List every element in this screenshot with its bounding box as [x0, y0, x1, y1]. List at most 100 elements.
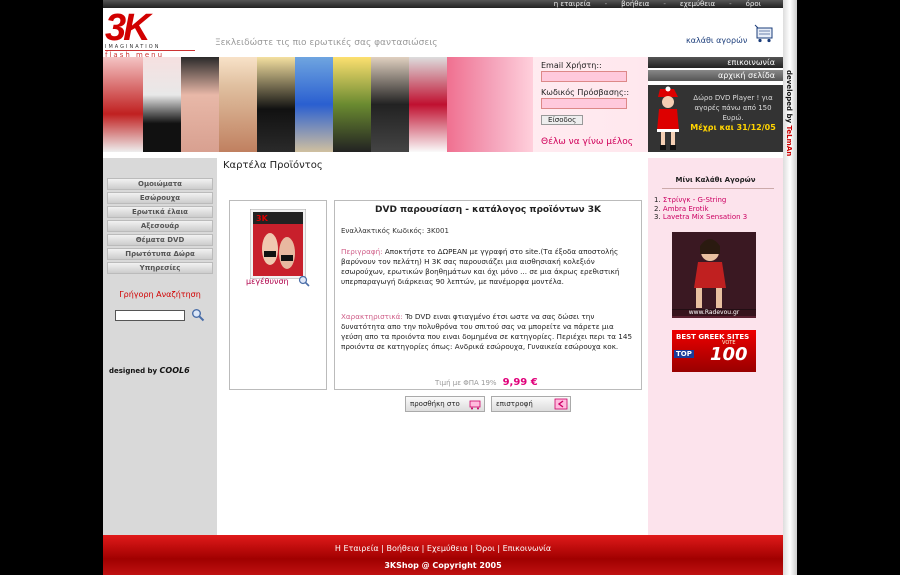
become-member-link[interactable]: Θέλω να γίνω μέλος: [541, 137, 633, 147]
santa-girl-image: [657, 86, 679, 150]
product-code-value: 3K001: [426, 227, 449, 235]
quick-search-label: Γρήγορη Αναζήτηση: [119, 290, 201, 299]
menu-item-accessories[interactable]: Αξεσουάρ: [107, 220, 213, 232]
topnav-terms-link[interactable]: όροι: [732, 0, 775, 8]
product-price: Τιμή με ΦΠΑ 19% 9,99 €: [435, 377, 538, 388]
footer: Η Εταιρεία | Βοήθεια | Εχεμύθεια | Όροι …: [103, 535, 783, 575]
password-field[interactable]: [541, 98, 627, 109]
banner-photo: [143, 57, 181, 152]
left-sidebar: Ομοιώματα Εσώρουχα Ερωτικά έλαια Αξεσουά…: [103, 158, 217, 535]
banner-photo: [257, 57, 295, 152]
banner-photo: [447, 57, 533, 152]
page-title: Καρτέλα Προϊόντος: [223, 160, 323, 171]
mini-cart-list: 1. Στρίνγκ - G-String 2. Ambra Erotik 3.…: [654, 196, 747, 222]
ad-heading: BEST GREEK SITES: [676, 333, 750, 341]
login-button[interactable]: Είσοδος: [541, 115, 584, 125]
topnav-privacy-link[interactable]: εχεμύθεια: [666, 0, 729, 8]
developer-bar: developed by TeLmAn: [783, 0, 797, 575]
menu-item-dolls[interactable]: Ομοιώματα: [107, 178, 213, 190]
footer-help-link[interactable]: Βοήθεια: [386, 544, 419, 553]
back-arrow-icon: [554, 398, 568, 410]
mini-cart-item[interactable]: 1. Στρίνγκ - G-String: [654, 196, 747, 205]
back-button[interactable]: επιστροφή: [491, 396, 571, 412]
logo-mark: 3K: [105, 7, 151, 49]
contact-tab[interactable]: επικοινωνία: [648, 57, 783, 68]
description-label: Περιγραφή:: [341, 247, 383, 256]
search-icon[interactable]: [191, 308, 205, 322]
top-nav: η εταιρεία - βοήθεια - εχεμύθεια - όροι: [103, 0, 783, 8]
shopping-cart-icon[interactable]: [754, 22, 776, 44]
promo-text: Δώρο DVD Player ! για αγορές πάνω από 15…: [688, 93, 778, 133]
copyright: 3KShop @ Copyright 2005: [384, 561, 502, 570]
product-image-box: 3K μεγέθυνση: [229, 200, 327, 390]
magnifier-icon[interactable]: [298, 275, 310, 287]
menu-item-services[interactable]: Υπηρεσίες: [107, 262, 213, 274]
item-number: 1.: [654, 196, 661, 204]
item-name: Lavetra Mix Sensation 3: [662, 213, 748, 221]
quick-search-input[interactable]: [115, 310, 185, 321]
radevou-ad-banner[interactable]: www.Radevou.gr: [672, 232, 756, 318]
menu-item-oils[interactable]: Ερωτικά έλαια: [107, 206, 213, 218]
email-label: Email Χρήστη::: [541, 61, 602, 70]
topnav-help-link[interactable]: βοήθεια: [607, 0, 663, 8]
banner-photo: [333, 57, 371, 152]
footer-terms-link[interactable]: Όροι: [476, 544, 495, 553]
developer-prefix: developed by: [785, 70, 793, 124]
designed-by-label: designed by: [109, 367, 158, 375]
enlarge-link[interactable]: μεγέθυνση: [246, 277, 289, 286]
email-field[interactable]: [541, 71, 627, 82]
menu-item-dvd[interactable]: Θέματα DVD: [107, 234, 213, 246]
promo-date: Μέχρι και 31/12/05: [690, 123, 776, 132]
item-name: Στρίνγκ - G-String: [662, 196, 727, 204]
add-to-cart-button[interactable]: προσθήκη στο: [405, 396, 485, 412]
product-code-label: Εναλλακτικός Κωδικός:: [341, 227, 425, 235]
dvd-cover-image[interactable]: 3K: [250, 209, 306, 279]
product-code: Εναλλακτικός Κωδικός: 3K001: [341, 227, 449, 235]
product-title: DVD παρουσίαση - κατάλογος προϊόντων 3K: [375, 205, 601, 215]
item-number: 3.: [654, 213, 661, 221]
banner-photo: [371, 57, 409, 152]
mini-cart-item[interactable]: 2. Ambra Erotik: [654, 205, 747, 214]
ad-url: www.Radevou.gr: [672, 309, 756, 316]
promo-offer-text: Δώρο DVD Player ! για αγορές πάνω από 15…: [693, 94, 773, 122]
banner-photo: [219, 57, 257, 152]
home-tab[interactable]: αρχική σελίδα: [648, 70, 783, 81]
ad-number: 100: [710, 344, 748, 365]
banner-photo: [409, 57, 447, 152]
ad-top-label: TOP: [674, 350, 694, 358]
developer-credit[interactable]: developed by TeLmAn: [785, 70, 793, 156]
designer-name: COOL6: [159, 366, 190, 375]
page: η εταιρεία - βοήθεια - εχεμύθεια - όροι …: [0, 0, 900, 575]
item-number: 2.: [654, 204, 661, 213]
svg-text:3K: 3K: [256, 214, 269, 223]
product-details: DVD παρουσίαση - κατάλογος προϊόντων 3K …: [334, 200, 642, 390]
menu-item-lingerie[interactable]: Εσώρουχα: [107, 192, 213, 204]
features-label: Χαρακτηριστικά:: [341, 312, 403, 321]
top100-ad-banner[interactable]: BEST GREEK SITES VOTE TOP 100: [672, 330, 756, 372]
banner-photo: [103, 57, 143, 152]
promo-banner[interactable]: Δώρο DVD Player ! για αγορές πάνω από 15…: [648, 85, 783, 152]
footer-company-link[interactable]: Η Εταιρεία: [335, 544, 379, 553]
mini-cart-divider: [662, 188, 774, 189]
back-label: επιστροφή: [496, 400, 533, 408]
banner-photo: [181, 57, 219, 152]
footer-contact-link[interactable]: Επικοινωνία: [503, 544, 552, 553]
cart-link[interactable]: καλάθι αγορών: [686, 36, 747, 45]
product-features: Χαρακτηριστικά: To DVD ειναι φτιαγμένο έ…: [341, 312, 637, 352]
cart-add-icon: [469, 400, 481, 410]
add-to-cart-label: προσθήκη στο: [410, 400, 460, 408]
menu-item-gifts[interactable]: Πρωτότυπα Δώρα: [107, 248, 213, 260]
product-description: Περιγραφή: Αποκτήστε το ΔΩΡΕΑΝ με γγραφή…: [341, 247, 637, 287]
site-logo[interactable]: 3K IMAGINATION flash menu: [105, 7, 200, 59]
password-label: Κωδικός Πρόσβασης::: [541, 88, 630, 97]
right-sidebar: Μίνι Καλάθι Αγορών 1. Στρίνγκ - G-String…: [648, 158, 783, 535]
designed-by-credit: designed by COOL6: [109, 366, 190, 375]
banner-photo: [295, 57, 333, 152]
site-slogan: Ξεκλειδώστε τις πιο ερωτικές σας φαντασι…: [215, 38, 438, 48]
developer-name: TeLmAn: [785, 125, 793, 157]
topnav-company-link[interactable]: η εταιρεία: [540, 0, 605, 8]
footer-privacy-link[interactable]: Εχεμύθεια: [427, 544, 468, 553]
item-name: Ambra Erotik: [662, 204, 709, 213]
mini-cart-item[interactable]: 3. Lavetra Mix Sensation 3: [654, 213, 747, 222]
footer-links: Η Εταιρεία | Βοήθεια | Εχεμύθεια | Όροι …: [334, 544, 552, 553]
